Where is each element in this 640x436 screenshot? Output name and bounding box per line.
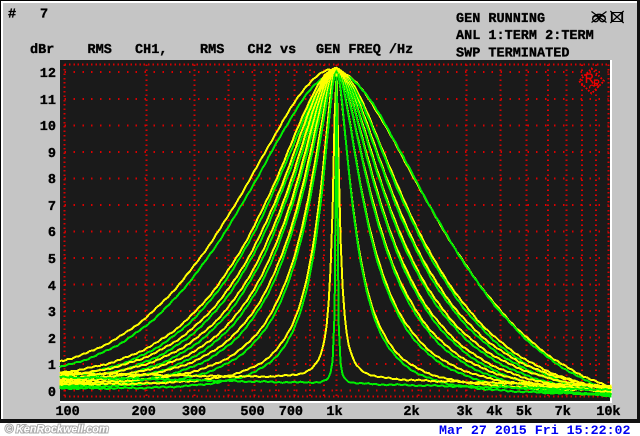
svg-text:2k: 2k xyxy=(403,405,419,420)
svg-text:0: 0 xyxy=(48,386,56,401)
svg-text:10k: 10k xyxy=(596,405,620,420)
svg-text:GEN FREQ /Hz: GEN FREQ /Hz xyxy=(316,43,413,58)
svg-text:12: 12 xyxy=(40,67,56,82)
svg-text:vs: vs xyxy=(280,43,296,58)
svg-text:700: 700 xyxy=(279,405,303,420)
svg-text:300: 300 xyxy=(182,405,206,420)
svg-text:7: 7 xyxy=(40,8,48,23)
svg-text:7k: 7k xyxy=(555,405,571,420)
svg-text:100: 100 xyxy=(55,405,79,420)
svg-text:SWP TERMINATED: SWP TERMINATED xyxy=(456,46,569,61)
svg-text:1k: 1k xyxy=(326,405,342,420)
svg-text:© KenRockwell.com: © KenRockwell.com xyxy=(5,424,109,436)
svg-text:RMS: RMS xyxy=(200,43,224,58)
svg-text:7: 7 xyxy=(48,200,56,215)
svg-text:4k: 4k xyxy=(486,405,502,420)
svg-text:5k: 5k xyxy=(516,405,532,420)
svg-text:3k: 3k xyxy=(456,405,472,420)
svg-text:RMS: RMS xyxy=(88,43,112,58)
svg-text:9: 9 xyxy=(48,147,56,162)
svg-text:1: 1 xyxy=(48,359,56,374)
svg-text:200: 200 xyxy=(132,405,156,420)
svg-text:#: # xyxy=(8,8,16,23)
svg-text:dBr: dBr xyxy=(30,43,54,58)
svg-text:Mar 27 2015 Fri 15:22:02: Mar 27 2015 Fri 15:22:02 xyxy=(439,423,631,436)
svg-text:11: 11 xyxy=(40,94,56,109)
svg-text:2: 2 xyxy=(48,333,56,348)
svg-text:CH2: CH2 xyxy=(248,43,272,58)
svg-text:ANL 1:TERM 2:TERM: ANL 1:TERM 2:TERM xyxy=(456,29,594,44)
svg-text:6: 6 xyxy=(48,226,56,241)
svg-text:5: 5 xyxy=(48,253,56,268)
svg-text:GEN RUNNING: GEN RUNNING xyxy=(456,12,545,27)
svg-text:4: 4 xyxy=(48,280,56,295)
svg-text:8: 8 xyxy=(48,173,56,188)
svg-text:500: 500 xyxy=(240,405,264,420)
svg-text:CH1,: CH1, xyxy=(135,43,167,58)
svg-text:10: 10 xyxy=(40,120,56,135)
svg-text:3: 3 xyxy=(48,306,56,321)
